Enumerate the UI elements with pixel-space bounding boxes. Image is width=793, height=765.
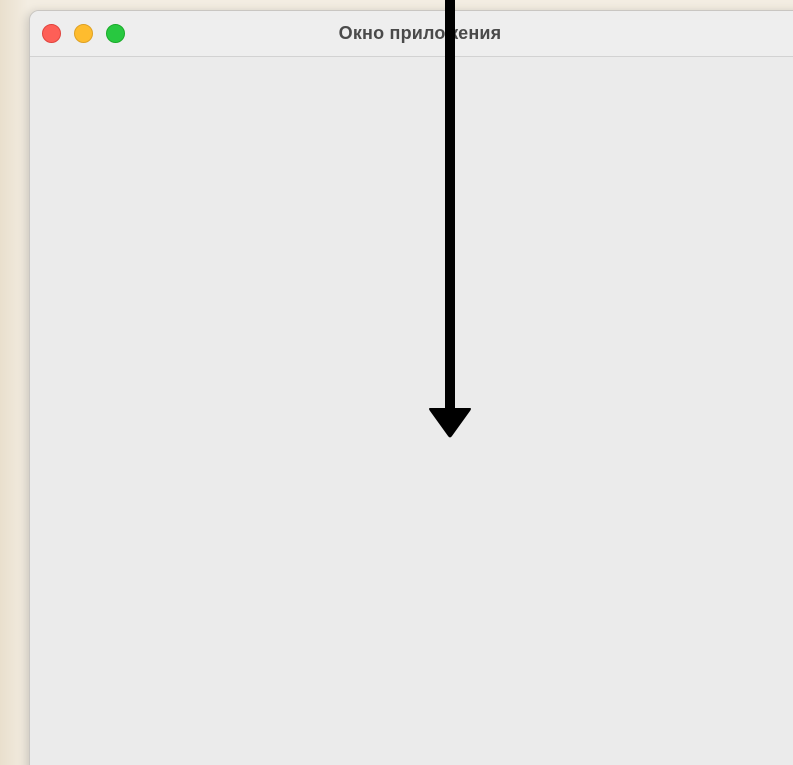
app-window: Окно приложения xyxy=(29,10,793,765)
window-title: Окно приложения xyxy=(338,23,502,43)
window-titlebar[interactable]: Окно приложения xyxy=(30,11,793,57)
down-arrow-icon xyxy=(429,0,471,438)
arrow-shaft xyxy=(445,0,455,412)
window-content xyxy=(30,57,793,765)
arrow-head xyxy=(429,408,471,438)
